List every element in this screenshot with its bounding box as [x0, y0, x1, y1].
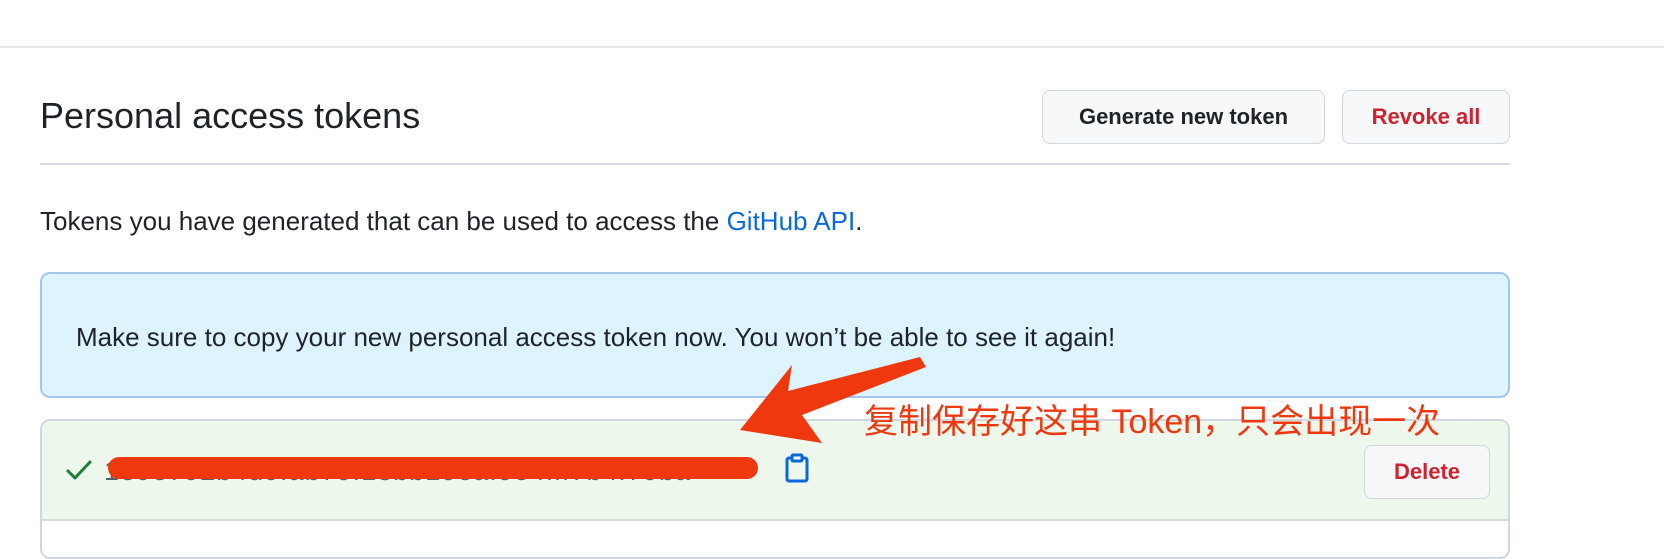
description: Tokens you have generated that can be us… — [40, 203, 862, 239]
check-icon — [66, 459, 92, 486]
revoke-all-button[interactable]: Revoke all — [1342, 90, 1510, 144]
flash-message: Make sure to copy your new personal acce… — [76, 322, 1116, 352]
annotation-text: 复制保存好这串 Token，只会出现一次 — [864, 403, 1441, 441]
description-text: Tokens you have generated that can be us… — [40, 206, 727, 236]
github-api-link[interactable]: GitHub API — [727, 206, 856, 236]
clipboard-icon[interactable] — [784, 453, 810, 488]
description-period: . — [855, 206, 863, 236]
page-title: Personal access tokens — [40, 95, 421, 136]
redaction-mark — [108, 457, 758, 479]
delete-token-button[interactable]: Delete — [1364, 445, 1490, 499]
generate-new-token-button[interactable]: Generate new token — [1042, 90, 1325, 144]
header-divider — [40, 163, 1510, 165]
top-divider — [0, 46, 1664, 48]
